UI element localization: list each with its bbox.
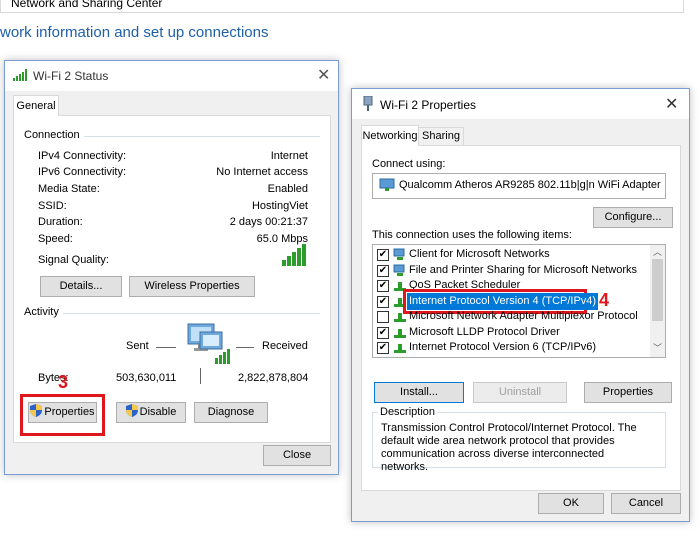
list-item-label: Microsoft LLDP Protocol Driver (409, 325, 560, 338)
bytes-received-value: 2,822,878,804 (238, 372, 309, 384)
item-checkbox[interactable]: ✔ (377, 295, 389, 308)
activity-group: Activity (24, 306, 320, 318)
list-item-label: Client for Microsoft Networks (409, 248, 550, 260)
item-checkbox[interactable]: ✔ (377, 280, 389, 292)
close-button[interactable]: Close (263, 445, 331, 466)
tab-sharing[interactable]: Sharing (418, 127, 464, 145)
duration-value: 2 days 00:21:37 (229, 216, 308, 228)
ssid-value: HostingViet (251, 200, 308, 212)
status-titlebar[interactable]: Wi-Fi 2 Status ✕ (5, 61, 338, 91)
sent-label: Sent (126, 340, 149, 352)
item-checkbox[interactable]: ✔ (377, 249, 389, 261)
ipv6-label: IPv6 Connectivity: (38, 166, 127, 178)
tab-panel: Connection IPv4 Connectivity: Internet IP… (13, 115, 331, 443)
step-3-marker: 3 (58, 372, 69, 392)
properties-button-label: Properties (44, 406, 95, 418)
close-icon[interactable]: ✕ (317, 65, 330, 85)
properties-dialog: Wi-Fi 2 Properties ✕ Networking Sharing … (351, 88, 690, 522)
protocol-icon (394, 313, 406, 322)
network-adapter-icon (363, 96, 373, 111)
tab-general[interactable]: General (13, 95, 59, 116)
list-item[interactable]: ✔ File and Printer Sharing for Microsoft … (373, 262, 650, 279)
received-label: Received (262, 340, 308, 352)
protocol-icon (394, 328, 406, 338)
status-dialog: Wi-Fi 2 Status ✕ General Connection IPv4… (4, 60, 339, 475)
tab-networking[interactable]: Networking (361, 125, 419, 146)
disable-button-label: Disable (139, 406, 177, 418)
connection-label: Connection (24, 129, 84, 141)
network-client-icon (393, 264, 405, 276)
signal-quality-label: Signal Quality: (38, 254, 109, 266)
ipv4-label: IPv4 Connectivity: (38, 150, 127, 162)
network-adapter-icon (379, 178, 395, 191)
activity-label: Activity (24, 306, 63, 318)
sent-line (156, 347, 176, 348)
breadcrumb[interactable]: Network and Sharing Center (11, 0, 162, 10)
description-text: Transmission Control Protocol/Internet P… (381, 422, 637, 473)
properties-title: Wi-Fi 2 Properties (380, 98, 477, 112)
networking-panel: Connect using: Qualcomm Atheros AR9285 8… (361, 145, 681, 491)
media-state-label: Media State: (38, 183, 100, 195)
diagnose-button[interactable]: Diagnose (194, 402, 268, 423)
duration-label: Duration: (38, 216, 83, 228)
item-checkbox[interactable] (377, 311, 389, 323)
step-4-marker: 4 (599, 290, 610, 310)
ipv4-value: Internet (270, 150, 308, 162)
list-item-label: Internet Protocol Version 4 (TCP/IPv4) (407, 292, 599, 310)
shield-icon (125, 404, 138, 417)
close-icon[interactable]: ✕ (665, 94, 678, 114)
description-group: Description Transmission Control Protoco… (372, 406, 666, 473)
signal-bars-icon (282, 244, 306, 266)
adapter-field: Qualcomm Atheros AR9285 802.11b|g|n WiFi… (372, 173, 666, 199)
wireless-properties-button[interactable]: Wireless Properties (129, 276, 255, 297)
ok-button[interactable]: OK (538, 493, 604, 514)
page-heading: work information and set up connections (0, 24, 269, 41)
properties-titlebar[interactable]: Wi-Fi 2 Properties ✕ (352, 89, 689, 119)
connection-group: Connection (24, 129, 320, 141)
scroll-down-icon[interactable]: ﹀ (653, 341, 662, 354)
shield-icon (30, 404, 43, 417)
bytes-sent-value: 503,630,011 (116, 372, 177, 384)
list-item-label: Internet Protocol Version 6 (TCP/IPv6) (409, 341, 597, 353)
disable-button[interactable]: Disable (116, 402, 186, 423)
install-button[interactable]: Install... (374, 382, 464, 403)
connect-using-label: Connect using: (372, 158, 446, 170)
media-state-value: Enabled (267, 183, 308, 195)
speed-label: Speed: (38, 233, 73, 245)
list-item[interactable]: ✔ Microsoft LLDP Protocol Driver (373, 324, 650, 341)
properties-button[interactable]: Properties (28, 402, 97, 423)
status-title: Wi-Fi 2 Status (33, 69, 109, 83)
component-properties-button[interactable]: Properties (584, 382, 672, 403)
item-checkbox[interactable]: ✔ (377, 326, 389, 339)
ssid-label: SSID: (38, 200, 67, 212)
configure-button[interactable]: Configure... (593, 207, 673, 228)
items-label: This connection uses the following items… (372, 229, 572, 241)
description-label: Description (378, 406, 438, 418)
bytes-divider (200, 368, 201, 384)
protocol-icon (394, 344, 406, 353)
details-button[interactable]: Details... (40, 276, 122, 297)
components-list[interactable]: ✔ Client for Microsoft Networks ✔ File and … (372, 244, 666, 358)
uninstall-button[interactable]: Uninstall (473, 382, 567, 403)
list-scrollbar[interactable]: ︿ ﹀ (650, 245, 665, 357)
cancel-button[interactable]: Cancel (611, 493, 681, 514)
item-checkbox[interactable]: ✔ (377, 264, 389, 277)
list-item-label: File and Printer Sharing for Microsoft N… (409, 263, 638, 276)
received-line (236, 347, 254, 348)
scroll-up-icon[interactable]: ︿ (653, 245, 662, 258)
wifi-signal-icon (13, 69, 27, 81)
list-item[interactable]: ✔ Client for Microsoft Networks (373, 246, 650, 263)
item-checkbox[interactable]: ✔ (377, 342, 389, 354)
network-client-icon (393, 248, 405, 260)
list-item[interactable]: ✔ Internet Protocol Version 6 (TCP/IPv6) (373, 339, 650, 356)
address-bar[interactable]: Network and Sharing Center (0, 0, 684, 13)
ipv6-value: No Internet access (216, 166, 308, 178)
scroll-thumb[interactable] (652, 259, 663, 321)
network-computers-icon (187, 323, 230, 364)
adapter-name: Qualcomm Atheros AR9285 802.11b|g|n WiFi… (399, 179, 661, 191)
